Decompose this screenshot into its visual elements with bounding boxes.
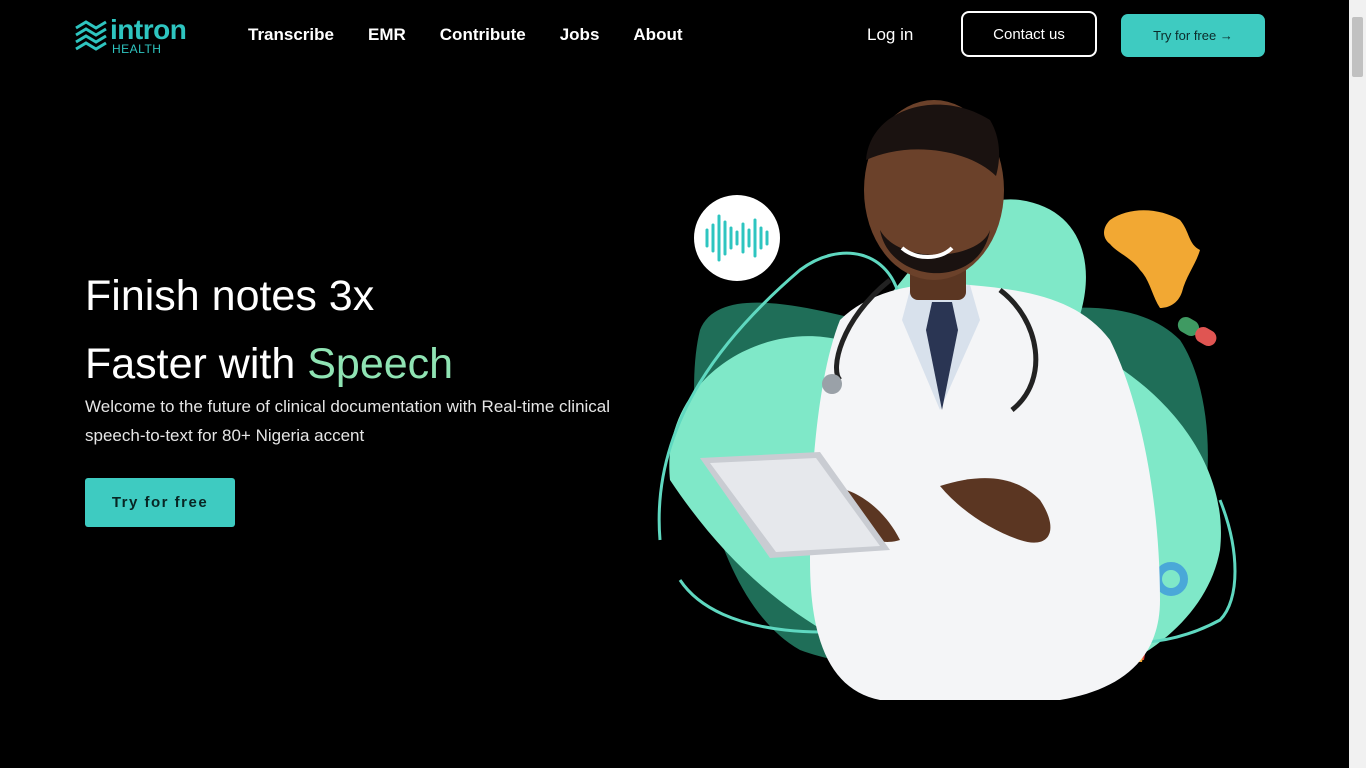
logo-mark-icon [75, 20, 107, 51]
try-for-free-hero-button[interactable]: Try for free [85, 478, 235, 527]
africa-map-icon [1104, 210, 1200, 308]
contact-us-button[interactable]: Contact us [961, 11, 1097, 57]
nav-item-contribute[interactable]: Contribute [440, 25, 526, 45]
try-for-free-header-button[interactable]: Try for free → [1121, 14, 1265, 57]
audio-wave-icon [694, 195, 780, 281]
nav-item-about[interactable]: About [633, 25, 682, 45]
scrollbar-thumb[interactable] [1352, 17, 1363, 77]
login-link[interactable]: Log in [867, 25, 913, 45]
hero-subtitle: Welcome to the future of clinical docume… [85, 397, 611, 445]
hero-illustration [657, 100, 1237, 700]
hero-title: Finish notes 3x Faster with Speech [85, 262, 453, 398]
nav-item-jobs[interactable]: Jobs [560, 25, 600, 45]
logo[interactable]: intron HEALTH [74, 14, 204, 56]
nav-item-emr[interactable]: EMR [368, 25, 406, 45]
logo-subtitle: HEALTH [112, 42, 162, 56]
hero-title-line2-prefix: Faster with [85, 340, 308, 388]
hero-title-accent: Speech [307, 340, 454, 388]
hero-title-line1: Finish notes 3x [85, 272, 375, 320]
scrollbar[interactable] [1349, 0, 1366, 768]
nav-item-transcribe[interactable]: Transcribe [248, 25, 334, 45]
main-nav: Transcribe EMR Contribute Jobs About [248, 25, 683, 45]
